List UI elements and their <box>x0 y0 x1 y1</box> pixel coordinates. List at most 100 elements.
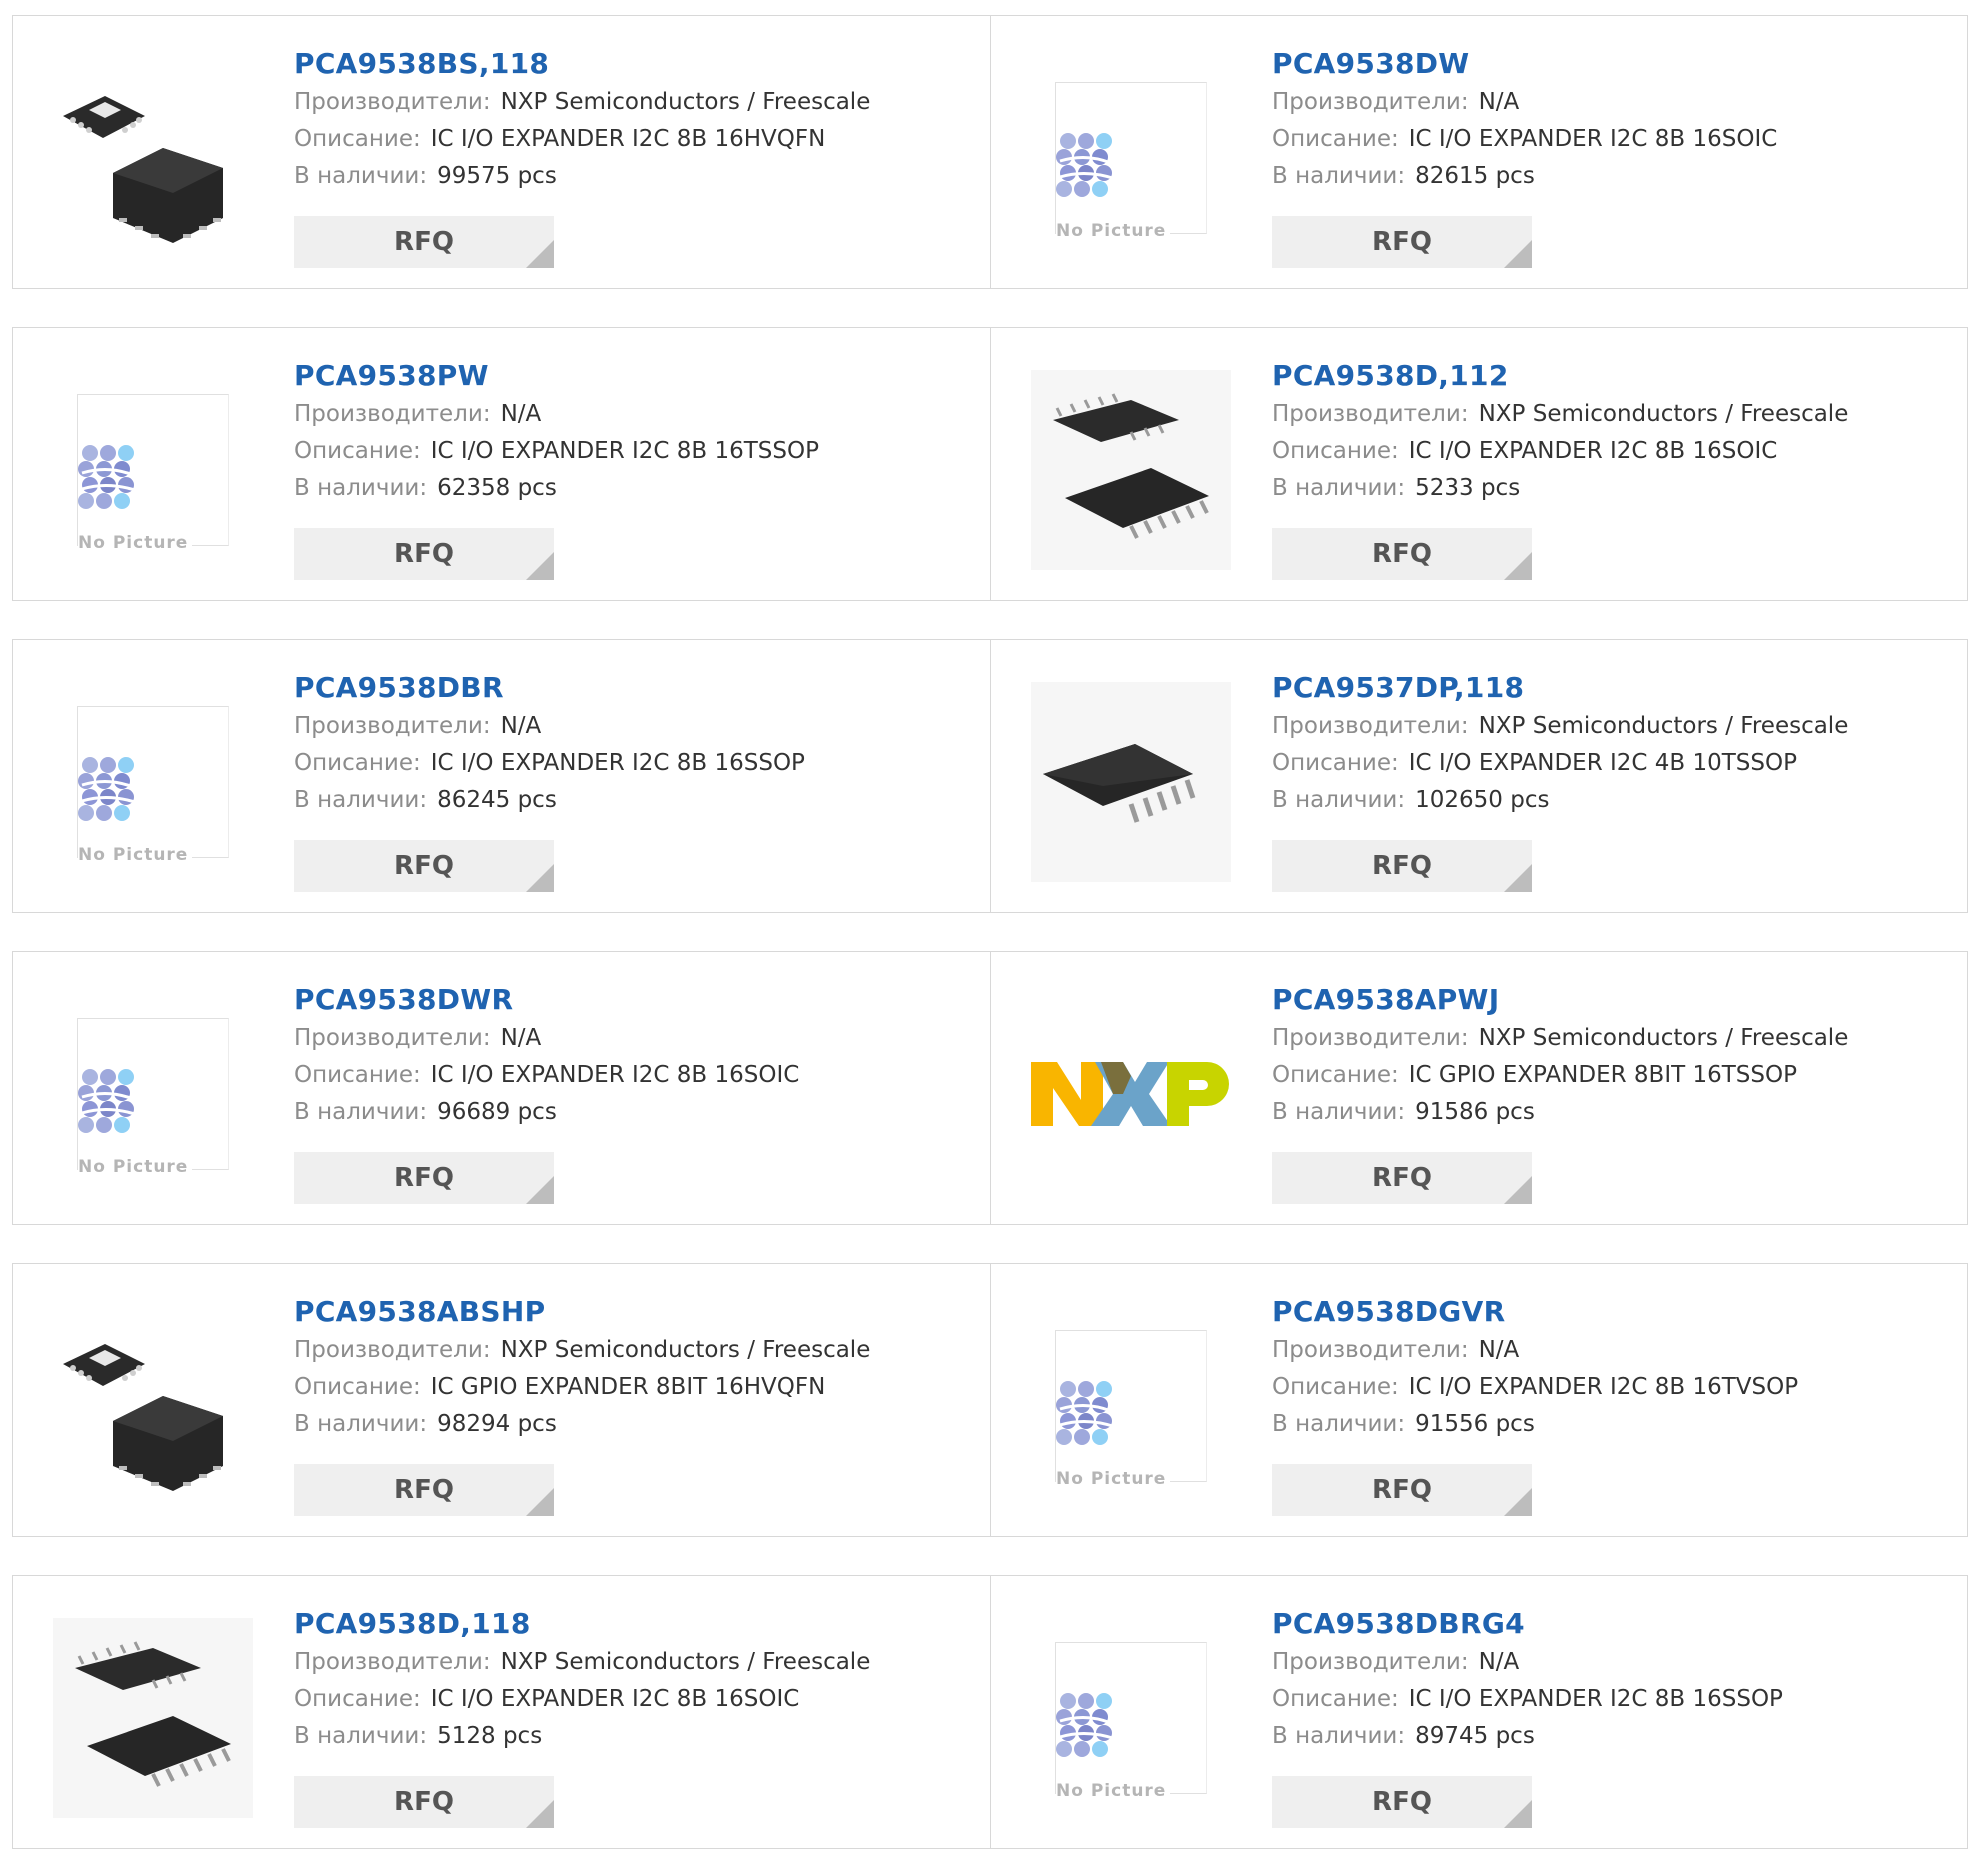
rfq-button[interactable]: RFQ <box>1272 1464 1532 1516</box>
description-line: Описание: IC I/O EXPANDER I2C 4B 10TSSOP <box>1272 745 1848 782</box>
part-number-link[interactable]: PCA9537DP,118 <box>1272 668 1848 708</box>
description-line: Описание: IC I/O EXPANDER I2C 8B 16TSSOP <box>294 433 819 470</box>
manufacturer-line: Производители: N/A <box>1272 1644 1783 1681</box>
manufacturer-line: Производители: NXP Semiconductors / Frees… <box>1272 1020 1848 1057</box>
corner-triangle-icon <box>1504 552 1532 580</box>
corner-triangle-icon <box>1504 1800 1532 1828</box>
manufacturer-value: NXP Semiconductors / Freescale <box>500 1337 871 1363</box>
manufacturer-line: Производители: N/A <box>294 1020 799 1057</box>
part-number-link[interactable]: PCA9538ABSHP <box>294 1292 870 1332</box>
description-line: Описание: IC I/O EXPANDER I2C 8B 16SSOP <box>1272 1681 1783 1718</box>
manufacturer-line: Производители: N/A <box>1272 84 1777 121</box>
stock-value: 98294 pcs <box>437 1411 557 1437</box>
no-picture-placeholder: No Picture <box>1055 82 1207 241</box>
product-info: PCA9538DGVR Производители: N/A Описание: IC … <box>1272 1292 1798 1443</box>
no-picture-graphic <box>1056 1381 1117 1445</box>
part-number-link[interactable]: PCA9538APWJ <box>1272 980 1848 1020</box>
stock-line: В наличии: 62358 pcs <box>294 470 819 507</box>
rfq-button[interactable]: RFQ <box>1272 528 1532 580</box>
product-card: No Picture PCA9538DWR Производители: N/A Опи… <box>13 952 990 1224</box>
product-image: No Picture <box>53 994 253 1194</box>
stock-label: В наличии: <box>1272 787 1406 813</box>
description-value: IC I/O EXPANDER I2C 8B 16SSOP <box>1408 1686 1783 1712</box>
product-info: PCA9538DBR Производители: N/A Описание: IC I… <box>294 668 805 819</box>
no-picture-label: No Picture <box>1056 221 1171 241</box>
product-image: No Picture <box>1031 1618 1231 1818</box>
product-image: No Picture <box>1031 58 1231 258</box>
description-label: Описание: <box>294 126 421 152</box>
rfq-button[interactable]: RFQ <box>1272 1152 1532 1204</box>
description-label: Описание: <box>1272 126 1399 152</box>
rfq-button[interactable]: RFQ <box>1272 1776 1532 1828</box>
part-number-link[interactable]: PCA9538DWR <box>294 980 799 1020</box>
manufacturer-label: Производители: <box>1272 1337 1469 1363</box>
no-picture-graphic <box>78 445 139 509</box>
description-value: IC I/O EXPANDER I2C 8B 16SOIC <box>1408 438 1778 464</box>
product-row: No Picture PCA9538PW Производители: N/A Опис… <box>12 327 1968 601</box>
rfq-button[interactable]: RFQ <box>294 528 554 580</box>
stock-value: 62358 pcs <box>437 475 557 501</box>
product-info: PCA9538D,118 Производители: NXP Semiconduc… <box>294 1604 870 1755</box>
product-card: PCA9538BS,118 Производители: NXP Semicondu… <box>13 16 990 288</box>
product-card: No Picture PCA9538DW Производители: N/A Опис… <box>990 16 1967 288</box>
rfq-button[interactable]: RFQ <box>294 1776 554 1828</box>
manufacturer-line: Производители: NXP Semiconductors / Frees… <box>1272 396 1848 433</box>
manufacturer-line: Производители: NXP Semiconductors / Frees… <box>294 1332 870 1369</box>
rfq-button[interactable]: RFQ <box>294 1464 554 1516</box>
description-line: Описание: IC I/O EXPANDER I2C 8B 16SOIC <box>294 1681 870 1718</box>
description-value: IC I/O EXPANDER I2C 8B 16SOIC <box>430 1686 800 1712</box>
manufacturer-label: Производители: <box>294 1649 491 1675</box>
manufacturer-line: Производители: NXP Semiconductors / Frees… <box>294 1644 870 1681</box>
product-info: PCA9538D,112 Производители: NXP Semiconduc… <box>1272 356 1848 507</box>
description-line: Описание: IC GPIO EXPANDER 8BIT 16TSSOP <box>1272 1057 1848 1094</box>
stock-line: В наличии: 96689 pcs <box>294 1094 799 1131</box>
rfq-label: RFQ <box>394 1475 454 1505</box>
no-picture-graphic <box>78 1069 139 1133</box>
corner-triangle-icon <box>526 1176 554 1204</box>
rfq-button[interactable]: RFQ <box>1272 216 1532 268</box>
description-label: Описание: <box>1272 1062 1399 1088</box>
description-line: Описание: IC I/O EXPANDER I2C 8B 16SOIC <box>1272 433 1848 470</box>
rfq-button[interactable]: RFQ <box>294 1152 554 1204</box>
description-label: Описание: <box>1272 750 1399 776</box>
stock-value: 86245 pcs <box>437 787 557 813</box>
product-card: No Picture PCA9538PW Производители: N/A Опис… <box>13 328 990 600</box>
manufacturer-value: N/A <box>1478 89 1520 115</box>
part-number-link[interactable]: PCA9538D,112 <box>1272 356 1848 396</box>
manufacturer-label: Производители: <box>294 1025 491 1051</box>
soic-chip-photo <box>1031 370 1231 570</box>
stock-label: В наличии: <box>294 1723 428 1749</box>
qfn-chip-photo <box>53 1306 253 1506</box>
rfq-label: RFQ <box>1372 1475 1432 1505</box>
part-number-link[interactable]: PCA9538PW <box>294 356 819 396</box>
description-line: Описание: IC I/O EXPANDER I2C 8B 16TVSOP <box>1272 1369 1798 1406</box>
stock-line: В наличии: 98294 pcs <box>294 1406 870 1443</box>
product-row: No Picture PCA9538DWR Производители: N/A Опи… <box>12 951 1968 1225</box>
part-number-link[interactable]: PCA9538BS,118 <box>294 44 870 84</box>
rfq-button[interactable]: RFQ <box>294 216 554 268</box>
no-picture-placeholder: No Picture <box>77 394 229 553</box>
description-label: Описание: <box>294 750 421 776</box>
part-number-link[interactable]: PCA9538DBRG4 <box>1272 1604 1783 1644</box>
rfq-button[interactable]: RFQ <box>1272 840 1532 892</box>
description-line: Описание: IC I/O EXPANDER I2C 8B 16SOIC <box>1272 121 1777 158</box>
stock-value: 91556 pcs <box>1415 1411 1535 1437</box>
part-number-link[interactable]: PCA9538DGVR <box>1272 1292 1798 1332</box>
rfq-button[interactable]: RFQ <box>294 840 554 892</box>
product-image: No Picture <box>53 682 253 882</box>
product-card: No Picture PCA9538DGVR Производители: N/A Оп… <box>990 1264 1967 1536</box>
manufacturer-label: Производители: <box>1272 713 1469 739</box>
no-picture-placeholder: No Picture <box>77 706 229 865</box>
stock-line: В наличии: 5233 pcs <box>1272 470 1848 507</box>
stock-value: 82615 pcs <box>1415 163 1535 189</box>
part-number-link[interactable]: PCA9538DBR <box>294 668 805 708</box>
description-value: IC I/O EXPANDER I2C 8B 16SOIC <box>1408 126 1778 152</box>
product-card: PCA9538APWJ Производители: NXP Semiconduct… <box>990 952 1967 1224</box>
stock-value: 102650 pcs <box>1415 787 1550 813</box>
part-number-link[interactable]: PCA9538DW <box>1272 44 1777 84</box>
stock-label: В наличии: <box>294 1411 428 1437</box>
corner-triangle-icon <box>526 240 554 268</box>
manufacturer-value: NXP Semiconductors / Freescale <box>1478 1025 1849 1051</box>
part-number-link[interactable]: PCA9538D,118 <box>294 1604 870 1644</box>
no-picture-placeholder: No Picture <box>77 1018 229 1177</box>
